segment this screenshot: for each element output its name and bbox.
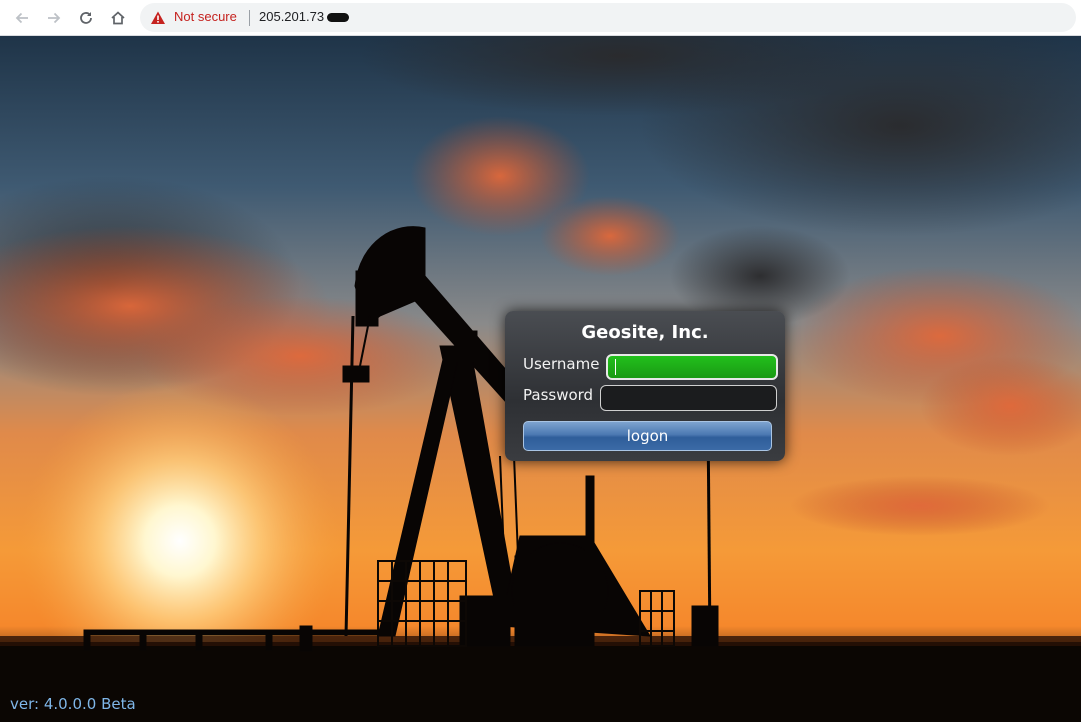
username-input[interactable] [606, 354, 778, 380]
version-label: ver: 4.0.0.0 Beta [10, 695, 136, 713]
logon-button[interactable]: logon [523, 421, 772, 451]
back-button[interactable] [10, 6, 34, 30]
company-title: Geosite, Inc. [581, 322, 709, 343]
security-status[interactable]: Not secure [174, 9, 237, 24]
password-label: Password [523, 386, 594, 404]
arrow-left-icon [15, 12, 28, 24]
username-label: Username [523, 355, 600, 373]
url-text[interactable]: 205.201.73 [259, 9, 324, 24]
arrow-right-icon [48, 12, 61, 24]
text-cursor [615, 359, 616, 375]
browser-toolbar: Not secure 205.201.73 [0, 0, 1081, 36]
home-button[interactable] [106, 6, 130, 30]
redaction-mark [327, 13, 349, 22]
address-bar[interactable]: Not secure 205.201.73 [140, 3, 1076, 32]
password-input[interactable] [600, 385, 777, 411]
reload-icon [80, 12, 92, 24]
home-icon [111, 11, 125, 25]
warning-triangle-icon[interactable] [150, 10, 166, 26]
address-divider [249, 10, 250, 26]
forward-button[interactable] [42, 6, 66, 30]
login-panel: Geosite, Inc. Username Password logon [505, 311, 785, 461]
reload-button[interactable] [74, 6, 98, 30]
